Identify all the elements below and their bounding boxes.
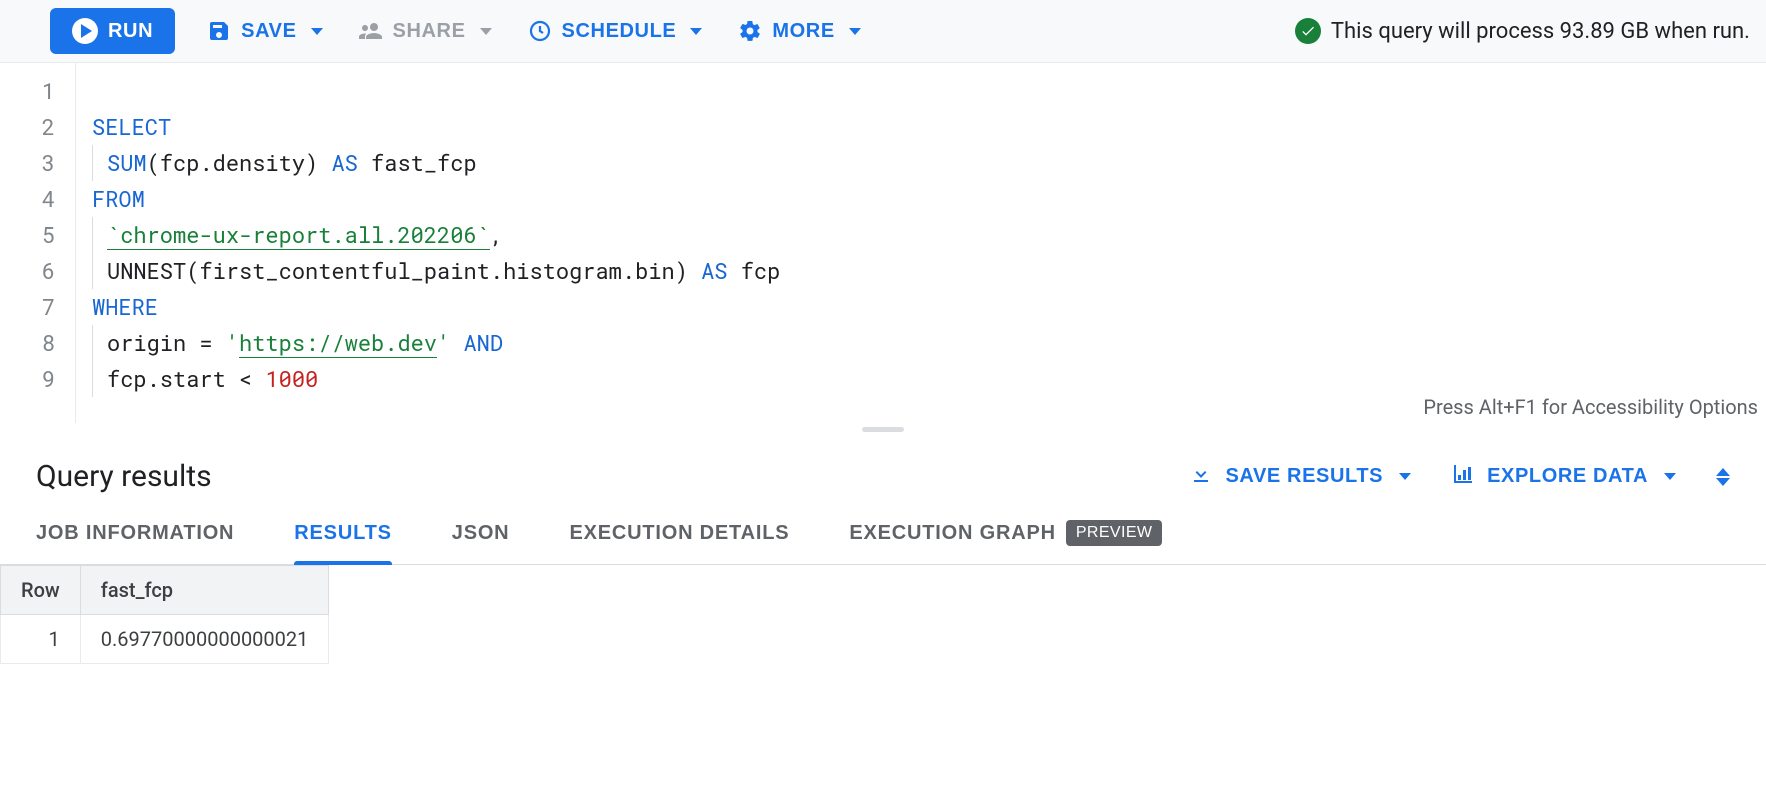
more-button[interactable]: MORE	[734, 11, 864, 51]
line-number: 7	[0, 289, 55, 325]
tab-json[interactable]: JSON	[452, 520, 510, 564]
save-label: SAVE	[241, 20, 296, 43]
line-number: 2	[0, 109, 55, 145]
line-number: 5	[0, 217, 55, 253]
query-status: This query will process 93.89 GB when ru…	[1295, 18, 1750, 44]
save-button[interactable]: SAVE	[203, 11, 326, 51]
explore-data-button[interactable]: EXPLORE DATA	[1451, 462, 1676, 492]
status-text: This query will process 93.89 GB when ru…	[1331, 19, 1750, 44]
accessibility-hint: Press Alt+F1 for Accessibility Options	[1423, 395, 1758, 419]
results-header: Query results SAVE RESULTS EXPLORE DATA	[0, 435, 1766, 502]
tab-job-information[interactable]: JOB INFORMATION	[36, 520, 234, 564]
query-toolbar: RUN SAVE SHARE SCHEDULE MORE This qu	[0, 0, 1766, 63]
line-number: 9	[0, 361, 55, 397]
expand-collapse-toggle[interactable]	[1716, 468, 1730, 486]
line-number: 6	[0, 253, 55, 289]
schedule-label: SCHEDULE	[562, 20, 677, 43]
sql-editor[interactable]: 123456789 SELECT SUM(fcp.density) AS fas…	[0, 63, 1766, 423]
cell-fast-fcp: 0.69770000000000021	[80, 615, 329, 664]
chevron-down-icon	[1399, 473, 1411, 480]
chevron-down-icon	[1716, 478, 1730, 486]
col-fast-fcp: fast_fcp	[80, 566, 329, 615]
run-label: RUN	[108, 20, 153, 43]
chevron-down-icon	[480, 28, 492, 35]
table-row[interactable]: 1 0.69770000000000021	[1, 615, 329, 664]
preview-badge: PREVIEW	[1066, 520, 1163, 546]
save-results-button[interactable]: SAVE RESULTS	[1189, 462, 1411, 492]
explore-data-label: EXPLORE DATA	[1487, 465, 1648, 488]
code-content[interactable]: SELECT SUM(fcp.density) AS fast_fcp FROM…	[76, 63, 1766, 423]
cell-rownum: 1	[1, 615, 81, 664]
line-number: 1	[0, 73, 55, 109]
share-icon	[359, 19, 383, 43]
play-icon	[72, 18, 98, 44]
line-number: 4	[0, 181, 55, 217]
results-table: Row fast_fcp 1 0.69770000000000021	[0, 565, 329, 664]
tab-execution-details[interactable]: EXECUTION DETAILS	[569, 520, 789, 564]
share-label: SHARE	[393, 20, 466, 43]
save-results-label: SAVE RESULTS	[1225, 465, 1383, 488]
schedule-button[interactable]: SCHEDULE	[524, 11, 707, 51]
line-number: 8	[0, 325, 55, 361]
tab-execution-graph-label: EXECUTION GRAPH	[849, 522, 1055, 545]
more-label: MORE	[772, 20, 834, 43]
save-icon	[207, 19, 231, 43]
gear-icon	[738, 19, 762, 43]
chevron-down-icon	[1664, 473, 1676, 480]
tab-execution-graph[interactable]: EXECUTION GRAPH PREVIEW	[849, 520, 1162, 564]
checkmark-icon	[1295, 18, 1321, 44]
tab-results[interactable]: RESULTS	[294, 520, 391, 564]
clock-icon	[528, 19, 552, 43]
run-button[interactable]: RUN	[50, 8, 175, 54]
share-button[interactable]: SHARE	[355, 11, 496, 51]
table-header-row: Row fast_fcp	[1, 566, 329, 615]
chevron-down-icon	[690, 28, 702, 35]
chevron-down-icon	[311, 28, 323, 35]
chart-icon	[1451, 462, 1475, 492]
download-icon	[1189, 462, 1213, 492]
line-gutter: 123456789	[0, 63, 76, 423]
chevron-up-icon	[1716, 468, 1730, 476]
col-row: Row	[1, 566, 81, 615]
chevron-down-icon	[849, 28, 861, 35]
line-number: 3	[0, 145, 55, 181]
results-title: Query results	[36, 459, 212, 494]
results-tabs: JOB INFORMATION RESULTS JSON EXECUTION D…	[0, 502, 1766, 565]
pane-resize-handle[interactable]	[0, 423, 1766, 435]
